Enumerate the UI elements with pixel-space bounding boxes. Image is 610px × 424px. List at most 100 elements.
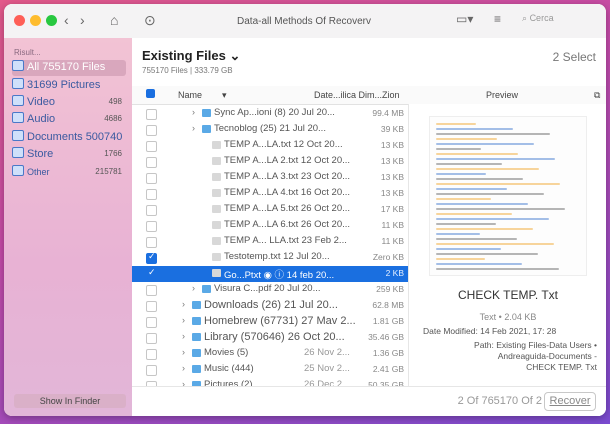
disclosure-arrow-icon[interactable]: › [182, 331, 185, 341]
preview-text-line [436, 143, 534, 145]
table-row[interactable]: TEMP A...LA 2.txt 12 Oct 20... 13 KB [132, 154, 408, 170]
pictures-icon [12, 78, 24, 89]
table-row[interactable]: TEMP A...LA 4.txt 16 Oct 20... 13 KB [132, 186, 408, 202]
row-checkbox[interactable] [146, 251, 157, 264]
row-checkbox[interactable] [146, 317, 157, 328]
preview-text-line [436, 203, 528, 205]
row-name: TEMP A...LA 4.txt 16 Oct 20... [224, 187, 351, 198]
table-row[interactable]: TEMP A...LA 6.txt 26 Oct 20... 11 KB [132, 218, 408, 234]
preview-text-line [436, 158, 555, 160]
disclosure-arrow-icon[interactable]: › [192, 123, 195, 133]
disclosure-arrow-icon[interactable]: › [182, 379, 185, 386]
table-row[interactable]: Go...Ptxt ◉ ⓘ 14 feb 20... 2 KB [132, 266, 408, 282]
preview-text-line [436, 183, 560, 185]
table-row[interactable]: › Music (444) 25 Nov 2... 2.41 GB [132, 362, 408, 378]
select-all-checkbox[interactable] [146, 89, 155, 98]
disclosure-arrow-icon[interactable]: › [192, 283, 195, 293]
table-row[interactable]: TEMP A...LA 3.txt 23 Oct 20... 13 KB [132, 170, 408, 186]
row-checkbox[interactable] [146, 141, 157, 152]
zoom-icon[interactable] [46, 15, 57, 26]
forward-icon[interactable]: › [80, 12, 85, 28]
row-checkbox[interactable] [146, 189, 157, 200]
minimize-icon[interactable] [30, 15, 41, 26]
file-icon [212, 189, 221, 197]
row-checkbox[interactable] [146, 349, 157, 360]
preview-text-line [436, 163, 502, 165]
sidebar-item-store[interactable]: Store 1766 [12, 147, 126, 163]
table-row[interactable]: › Homebrew (67731) 27 Mav 2... 1.81 GB [132, 314, 408, 330]
table-row[interactable]: › Pictures (2) 26 Dec 2... 50.35 GB [132, 378, 408, 386]
row-checkbox[interactable] [146, 333, 157, 344]
row-name: TEMP A... LLA.txt 23 Feb 2... [224, 235, 347, 246]
preview-text-line [436, 193, 544, 195]
file-icon [212, 141, 221, 149]
row-checkbox[interactable] [146, 365, 157, 376]
table-row[interactable]: Testotemp.txt 12 Jul 20... Zero KB [132, 250, 408, 266]
column-name[interactable]: Name [178, 90, 202, 100]
row-name: TEMP A...LA 3.txt 23 Oct 20... [224, 171, 351, 182]
column-date-size[interactable]: Date...ilica Dim...Zion [314, 90, 400, 100]
row-checkbox[interactable] [146, 109, 157, 120]
home-icon[interactable]: ⌂ [110, 12, 118, 28]
table-row[interactable]: TEMP A...LA 5.txt 26 Oct 20... 17 KB [132, 202, 408, 218]
preview-text-line [436, 133, 550, 135]
sidebar-item-pictures[interactable]: 31699 Pictures [12, 78, 126, 94]
file-icon [212, 157, 221, 165]
table-row[interactable]: › Sync Ap...ioni (8) 20 Jul 20... 99.4 MB [132, 106, 408, 122]
play-icon[interactable]: ⊙ [144, 12, 156, 29]
sidebar-item-other[interactable]: Other 215781 [12, 165, 126, 181]
show-in-finder-button[interactable]: Show In Finder [14, 394, 126, 408]
table-row[interactable]: › Movies (5) 26 Nov 2... 1.36 GB [132, 346, 408, 362]
folder-icon [202, 125, 211, 133]
preview-text-line [436, 253, 538, 255]
table-row[interactable]: › Library (570646) 26 Oct 20... 35.46 GB [132, 330, 408, 346]
page-title[interactable]: Existing Files ⌄ [142, 48, 240, 64]
search-field[interactable]: ⌕ Cerca [522, 13, 598, 29]
audio-icon [12, 112, 24, 123]
filter-icon[interactable]: ≡ [494, 12, 501, 26]
table-row[interactable]: TEMP A... LLA.txt 23 Feb 2... 11 KB [132, 234, 408, 250]
disclosure-arrow-icon[interactable]: › [182, 315, 185, 325]
row-checkbox[interactable] [146, 285, 157, 296]
back-icon[interactable]: ‹ [64, 12, 69, 28]
footer-bar: 2 Of 765170 Of 2 Recover [132, 386, 606, 416]
table-row[interactable]: TEMP A...LA.txt 12 Oct 20... 13 KB [132, 138, 408, 154]
sort-icon[interactable]: ▾ [222, 90, 227, 101]
row-checkbox[interactable] [146, 205, 157, 216]
other-icon [12, 165, 24, 176]
row-date: 26 Nov 2... [304, 347, 350, 358]
chevron-down-icon: ⌄ [229, 48, 241, 63]
row-checkbox[interactable] [146, 157, 157, 168]
row-checkbox[interactable] [146, 173, 157, 184]
sidebar-item-documents[interactable]: Documents 500740 [12, 130, 126, 146]
sidebar-item-audio[interactable]: Audio 4686 [12, 112, 126, 128]
sidebar-item-all-files[interactable]: All 755170 Files [12, 60, 126, 76]
row-checkbox[interactable] [146, 237, 157, 248]
row-checkbox[interactable] [146, 301, 157, 312]
preview-text-line [436, 233, 480, 235]
copy-icon[interactable]: ⧉ [594, 90, 600, 101]
disclosure-arrow-icon[interactable]: › [182, 347, 185, 357]
folder-icon [192, 333, 201, 341]
table-row[interactable]: › Visura C...pdf 20 Jul 20... 259 KB [132, 282, 408, 298]
preview-text-line [436, 123, 476, 125]
row-name: Homebrew (67731) 27 Mav 2... [204, 315, 356, 327]
row-checkbox[interactable] [146, 267, 157, 280]
table-row[interactable]: › Downloads (26) 21 Jul 20... 62.8 MB [132, 298, 408, 314]
row-size: 13 KB [380, 156, 404, 166]
row-checkbox[interactable] [146, 125, 157, 136]
sidebar-item-video[interactable]: Video 498 [12, 95, 126, 111]
preview-text-line [436, 263, 522, 265]
view-mode-icon[interactable]: ▭▾ [456, 12, 473, 26]
preview-text-line [436, 218, 549, 220]
row-name: Tecnoblog (25) 21 Jul 20... [214, 123, 326, 134]
disclosure-arrow-icon[interactable]: › [182, 363, 185, 373]
row-name: Movies (5) [204, 347, 249, 358]
row-checkbox[interactable] [146, 221, 157, 232]
file-icon [212, 205, 221, 213]
disclosure-arrow-icon[interactable]: › [182, 299, 185, 309]
disclosure-arrow-icon[interactable]: › [192, 107, 195, 117]
table-row[interactable]: › Tecnoblog (25) 21 Jul 20... 39 KB [132, 122, 408, 138]
recover-button[interactable]: Recover [544, 392, 596, 411]
close-icon[interactable] [14, 15, 25, 26]
